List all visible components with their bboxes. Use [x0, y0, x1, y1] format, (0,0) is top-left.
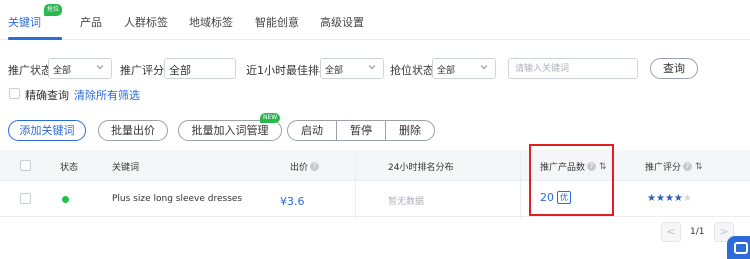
row-checkbox[interactable]	[20, 193, 31, 204]
exact-query-label: 精确查询	[25, 89, 69, 102]
tab-region-tags[interactable]: 地域标签	[189, 14, 233, 30]
table-header: 状态 关键词 出价 ? 24小时排名分布 推广产品数 ? ⇅ 推广评分 ? ⇅	[0, 150, 750, 181]
bid-value[interactable]: ¥3.6	[280, 195, 305, 208]
chat-icon	[734, 242, 748, 254]
keyword-search-field[interactable]	[508, 58, 638, 79]
chevron-down-icon	[480, 65, 488, 70]
grab-filter-label: 抢位状态:	[390, 64, 438, 77]
grab-filter-value: 全部	[437, 66, 456, 76]
new-badge: NEW	[260, 113, 281, 123]
tab-bar: 关键词 抢位 产品 人群标签 地域标签 智能创意 高级设置	[0, 0, 750, 40]
help-icon[interactable]: ?	[310, 162, 320, 171]
rank-distribution-cell: 暂无数据	[388, 197, 425, 207]
score-filter-value: 全部	[169, 64, 191, 77]
filter-bar: 推广状态: 全部 推广评分: 全部 近1小时最佳排名: 全部 抢位状态: 全部 …	[0, 58, 750, 80]
tab-audience-tags[interactable]: 人群标签	[124, 14, 168, 30]
star-icon: ★	[647, 193, 656, 204]
column-bid: 出价 ?	[290, 160, 320, 173]
pause-button[interactable]: 暂停	[336, 120, 386, 141]
tab-advanced-settings[interactable]: 高级设置	[320, 14, 364, 30]
sort-icon[interactable]: ⇅	[695, 162, 703, 172]
highlight-box	[529, 144, 614, 216]
chevron-down-icon	[368, 65, 376, 70]
keyword-cell: Plus size long sleeve dresses	[112, 194, 243, 204]
star-icon: ★	[655, 193, 665, 204]
batch-bid-button[interactable]: 批量出价	[98, 120, 168, 141]
chat-button[interactable]	[727, 236, 750, 259]
tab-keywords[interactable]: 关键词	[8, 14, 41, 30]
page-indicator: 1/1	[690, 227, 705, 237]
grab-filter-select[interactable]: 全部	[432, 58, 496, 79]
table-row: Plus size long sleeve dresses ¥3.6 暂无数据 …	[0, 181, 750, 217]
filter-options: 精确查询 清除所有筛选	[0, 86, 300, 102]
column-bid-label: 出价	[290, 163, 309, 173]
column-keyword: 关键词	[112, 163, 140, 173]
active-tab-indicator	[8, 37, 62, 40]
select-all-checkbox[interactable]	[20, 160, 31, 171]
prev-page-button[interactable]: <	[661, 222, 681, 242]
chevron-down-icon	[96, 65, 104, 70]
add-keyword-button[interactable]: 添加关键词	[8, 120, 86, 141]
rank-filter-value: 全部	[325, 66, 344, 76]
star-empty-icon: ★	[682, 193, 692, 204]
tab-grab-badge: 抢位	[44, 4, 63, 16]
start-button[interactable]: 启动	[287, 120, 337, 141]
query-button[interactable]: 查询	[650, 58, 698, 79]
score-filter-label: 推广评分:	[120, 64, 168, 77]
exact-query-checkbox[interactable]	[9, 88, 20, 99]
column-score: 推广评分 ? ⇅	[645, 160, 703, 174]
batch-add-group-button[interactable]: 批量加入词管理	[178, 120, 282, 141]
clear-filters-link[interactable]: 清除所有筛选	[74, 87, 140, 103]
rank-filter-select[interactable]: 全部	[320, 58, 384, 79]
star-icon: ★	[664, 193, 674, 204]
keyword-search-input[interactable]	[509, 59, 637, 78]
score-filter-select[interactable]: 全部	[164, 58, 236, 79]
help-icon[interactable]: ?	[683, 162, 693, 171]
column-status: 状态	[60, 163, 79, 173]
star-icon: ★	[673, 193, 683, 204]
tab-smart-creative[interactable]: 智能创意	[255, 14, 299, 30]
column-score-label: 推广评分	[645, 163, 682, 173]
delete-button[interactable]: 删除	[385, 120, 435, 141]
column-rank-distribution: 24小时排名分布	[388, 163, 454, 173]
status-filter-select[interactable]: 全部	[48, 58, 112, 79]
tab-products[interactable]: 产品	[80, 14, 102, 30]
status-active-indicator	[62, 196, 69, 203]
status-filter-value: 全部	[53, 66, 72, 76]
score-stars: ★★★★★	[647, 193, 692, 204]
